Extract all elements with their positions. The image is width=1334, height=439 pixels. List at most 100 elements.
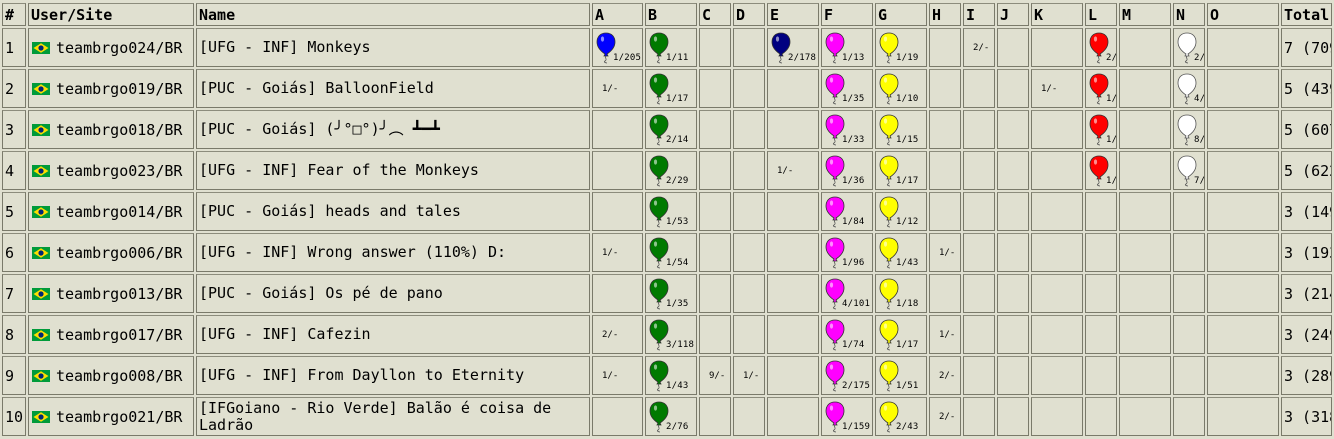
problem-cell-m — [1119, 274, 1171, 313]
problem-cell-i — [963, 397, 995, 436]
problem-cell-h — [929, 274, 961, 313]
problem-cell-m — [1119, 151, 1171, 190]
table-row[interactable]: 3 teambrgo018/BR [PUC - Goiás] (╯°□°)╯︵ ┻━… — [2, 110, 1332, 149]
user-site-cell: teambrgo017/BR — [28, 315, 194, 354]
problem-cell-o — [1207, 397, 1279, 436]
user-site-label: teambrgo021/BR — [56, 407, 183, 426]
problem-cell-n — [1173, 192, 1205, 231]
brazil-flag-icon — [32, 204, 50, 218]
rank-cell: 7 — [2, 274, 26, 313]
table-row[interactable]: 6 teambrgo006/BR [UFG - INF] Wrong answer … — [2, 233, 1332, 272]
table-row[interactable]: 8 teambrgo017/BR [UFG - INF] Cafezin 2/- 3/1… — [2, 315, 1332, 354]
problem-attempts: 2/76 — [666, 422, 689, 432]
problem-cell-h — [929, 69, 961, 108]
problem-cell-l: 1/80 — [1085, 69, 1117, 108]
problem-header-b[interactable]: B — [645, 3, 697, 26]
problem-header-n[interactable]: N — [1173, 3, 1205, 26]
problem-cell-k — [1031, 274, 1083, 313]
problem-cell-e — [767, 315, 819, 354]
problem-cell-d — [733, 28, 765, 67]
problem-attempts: 1/15 — [896, 135, 919, 145]
problem-cell-m — [1119, 28, 1171, 67]
total-cell: 3 (149) — [1281, 192, 1332, 231]
problem-attempts: 1/- — [939, 248, 956, 258]
problem-cell-f: 1/96 — [821, 233, 873, 272]
problem-cell-d — [733, 233, 765, 272]
problem-header-l[interactable]: L — [1085, 3, 1117, 26]
problem-header-m[interactable]: M — [1119, 3, 1171, 26]
brazil-flag-icon — [32, 122, 50, 136]
table-row[interactable]: 10 teambrgo021/BR [IFGoiano - Rio Verde] B… — [2, 397, 1332, 436]
team-name-cell: [PUC - Goiás] Os pé de pano — [196, 274, 590, 313]
user-site-cell: teambrgo014/BR — [28, 192, 194, 231]
problem-attempts: 1/- — [777, 166, 794, 176]
brazil-flag-icon — [32, 286, 50, 300]
problem-header-a[interactable]: A — [592, 3, 643, 26]
problem-cell-k — [1031, 110, 1083, 149]
problem-header-f[interactable]: F — [821, 3, 873, 26]
team-name-cell: [UFG - INF] Monkeys — [196, 28, 590, 67]
problem-cell-i — [963, 315, 995, 354]
user-site-cell: teambrgo021/BR — [28, 397, 194, 436]
problem-cell-j — [997, 28, 1029, 67]
problem-cell-a: 1/- — [592, 69, 643, 108]
problem-cell-n — [1173, 274, 1205, 313]
rank-cell: 5 — [2, 192, 26, 231]
problem-cell-a: 1/- — [592, 233, 643, 272]
user-site-label: teambrgo013/BR — [56, 284, 183, 303]
problem-cell-o — [1207, 28, 1279, 67]
problem-header-g[interactable]: G — [875, 3, 927, 26]
user-site-cell: teambrgo024/BR — [28, 28, 194, 67]
team-name-cell: [PUC - Goiás] BalloonField — [196, 69, 590, 108]
problem-attempts: 1/- — [602, 248, 619, 258]
problem-attempts: 2/29 — [666, 176, 689, 186]
problem-cell-l — [1085, 397, 1117, 436]
problem-attempts: 1/121 — [1106, 135, 1117, 145]
problem-attempts: 1/33 — [842, 135, 865, 145]
problem-cell-o — [1207, 274, 1279, 313]
rank-cell: 6 — [2, 233, 26, 272]
problem-cell-h: 1/- — [929, 233, 961, 272]
problem-cell-g: 1/10 — [875, 69, 927, 108]
problem-cell-o — [1207, 356, 1279, 395]
problem-header-k[interactable]: K — [1031, 3, 1083, 26]
problem-cell-j — [997, 356, 1029, 395]
problem-header-d[interactable]: D — [733, 3, 765, 26]
table-row[interactable]: 7 teambrgo013/BR [PUC - Goiás] Os pé de pa… — [2, 274, 1332, 313]
table-row[interactable]: 9 teambrgo008/BR [UFG - INF] From Dayllon … — [2, 356, 1332, 395]
problem-attempts: 1/17 — [896, 340, 919, 350]
problem-header-j[interactable]: J — [997, 3, 1029, 26]
problem-cell-g: 1/17 — [875, 315, 927, 354]
problem-cell-b: 2/76 — [645, 397, 697, 436]
table-row[interactable]: 1 teambrgo024/BR [UFG - INF] Monkeys 1/205 1… — [2, 28, 1332, 67]
problem-cell-c — [699, 315, 731, 354]
problem-attempts: 1/17 — [666, 94, 689, 104]
problem-header-o[interactable]: O — [1207, 3, 1279, 26]
problem-header-h[interactable]: H — [929, 3, 961, 26]
table-row[interactable]: 2 teambrgo019/BR [PUC - Goiás] BalloonFiel… — [2, 69, 1332, 108]
problem-cell-h: 2/- — [929, 356, 961, 395]
problem-attempts: 4/101 — [842, 299, 871, 309]
scoreboard-body: 1 teambrgo024/BR [UFG - INF] Monkeys 1/205 1… — [2, 28, 1332, 436]
problem-cell-l — [1085, 274, 1117, 313]
user-site-header[interactable]: User/Site — [28, 3, 194, 26]
table-row[interactable]: 4 teambrgo023/BR [UFG - INF] Fear of the M… — [2, 151, 1332, 190]
problem-cell-b: 1/54 — [645, 233, 697, 272]
problem-attempts: 1/36 — [842, 176, 865, 186]
problem-attempts: 2/14 — [666, 135, 689, 145]
problem-cell-a: 2/- — [592, 315, 643, 354]
problem-cell-c — [699, 233, 731, 272]
problem-header-e[interactable]: E — [767, 3, 819, 26]
problem-attempts: 1/159 — [842, 422, 871, 432]
total-cell: 3 (289) — [1281, 356, 1332, 395]
name-header[interactable]: Name — [196, 3, 590, 26]
problem-cell-f: 1/36 — [821, 151, 873, 190]
problem-cell-b: 1/17 — [645, 69, 697, 108]
problem-header-c[interactable]: C — [699, 3, 731, 26]
problem-attempts: 1/80 — [1106, 94, 1117, 104]
user-site-label: teambrgo006/BR — [56, 243, 183, 262]
rank-cell: 2 — [2, 69, 26, 108]
table-row[interactable]: 5 teambrgo014/BR [PUC - Goiás] heads and t… — [2, 192, 1332, 231]
problem-attempts: 1/11 — [666, 53, 689, 63]
problem-header-i[interactable]: I — [963, 3, 995, 26]
